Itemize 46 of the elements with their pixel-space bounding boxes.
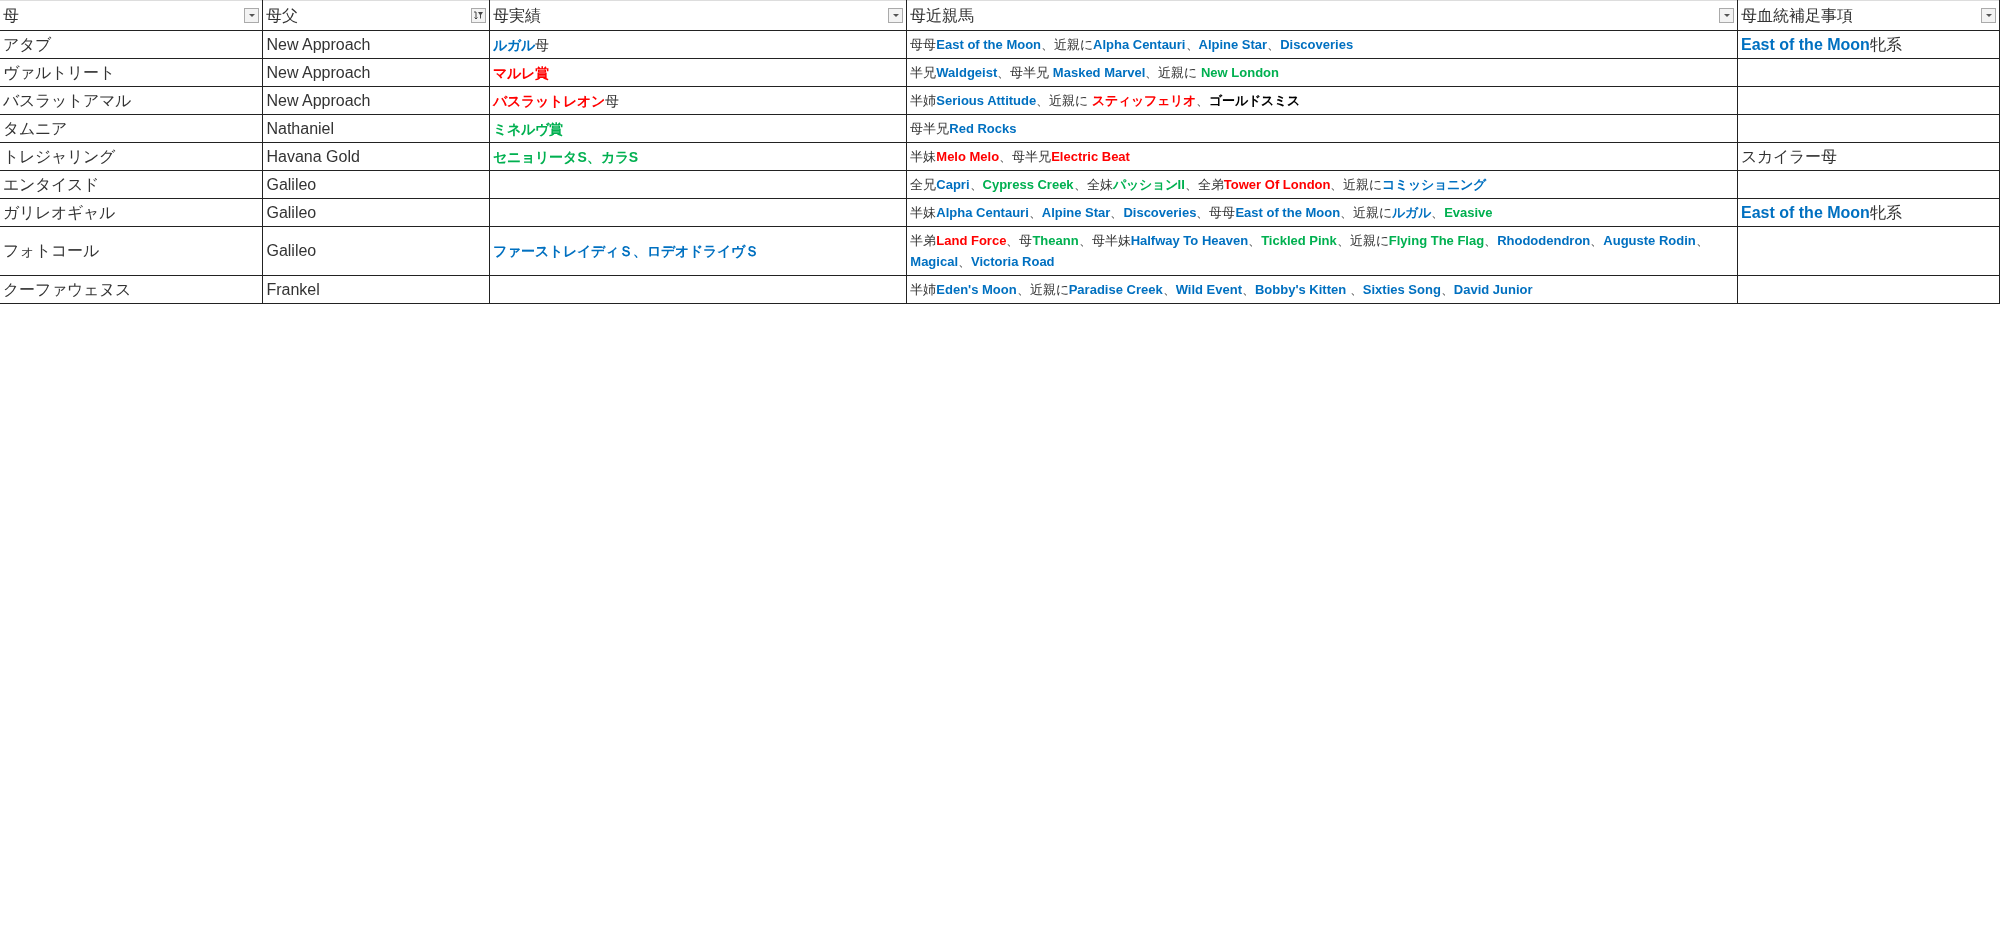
filter-applied-icon[interactable]	[471, 8, 487, 23]
table-cell: Nathaniel	[262, 114, 490, 143]
table-cell: New Approach	[262, 30, 490, 59]
table-cell: East of the Moon牝系	[1737, 30, 2000, 59]
table-cell: ファーストレイディＳ、ロデオドライヴＳ	[489, 226, 907, 276]
column-header[interactable]: 母血統補足事項	[1738, 1, 1999, 30]
table-cell: ルガル母	[489, 30, 907, 59]
table-cell: 半弟Land Force、母Theann、母半妹Halfway To Heaven、Tickled Pink、近親にFlying The Flag、Rhododendron、Auguste Rodin、 Magical、Victoria Road	[906, 226, 1738, 276]
table-cell: 半姉Serious Attitude、近親に スティッフェリオ、ゴールドスミス	[906, 86, 1738, 115]
table-cell: マルレ賞	[489, 58, 907, 87]
table-cell: 半妹Melo Melo、母半兄Electric Beat	[906, 142, 1738, 171]
table-cell: Frankel	[262, 275, 490, 304]
table-cell: New Approach	[262, 86, 490, 115]
table-cell: クーファウェヌス	[0, 275, 263, 304]
table-cell: 全兄Capri、Cypress Creek、全妹パッションII、全弟Tower Of London、近親にコミッショニング	[906, 170, 1738, 199]
dropdown-icon[interactable]	[1981, 8, 1996, 23]
dropdown-icon[interactable]	[244, 8, 260, 23]
table-cell: バスラットアマル	[0, 86, 263, 115]
table-cell: Havana Gold	[262, 142, 490, 171]
table-cell: 半妹Alpha Centauri、Alpine Star、Discoveries、母母East of the Moon、近親にルガル、Evasive	[906, 198, 1738, 227]
column-header[interactable]: 母	[0, 1, 263, 30]
table-cell: 母母East of the Moon、近親にAlpha Centauri、Alpine Star、Discoveries	[906, 30, 1738, 59]
table-cell: タムニア	[0, 114, 263, 143]
table-cell: ガリレオギャル	[0, 198, 263, 227]
table-cell: Galileo	[262, 198, 490, 227]
table-cell: フォトコール	[0, 226, 263, 276]
table-cell: セニョリータS、カラS	[489, 142, 907, 171]
table-cell: バスラットレオン母	[489, 86, 907, 115]
column-header[interactable]: 母実績	[490, 1, 907, 30]
dropdown-icon[interactable]	[1719, 8, 1734, 23]
column-header[interactable]: 母近親馬	[907, 1, 1737, 30]
table-cell: ミネルヴ賞	[489, 114, 907, 143]
table-cell: East of the Moon牝系	[1737, 198, 2000, 227]
dropdown-icon[interactable]	[888, 8, 904, 23]
table-cell: Galileo	[262, 226, 490, 276]
table-cell: アタブ	[0, 30, 263, 59]
column-header[interactable]: 母父	[263, 1, 490, 30]
table-cell: エンタイスド	[0, 170, 263, 199]
table-cell: 半兄Waldgeist、母半兄 Masked Marvel、近親に New London	[906, 58, 1738, 87]
table-cell: スカイラー母	[1737, 142, 2000, 171]
table-cell: 母半兄Red Rocks	[906, 114, 1738, 143]
table-cell: Galileo	[262, 170, 490, 199]
table-cell: New Approach	[262, 58, 490, 87]
table-cell: ヴァルトリート	[0, 58, 263, 87]
table-cell: 半姉Eden's Moon、近親にParadise Creek、Wild Event、Bobby's Kitten 、Sixties Song、David Junior	[906, 275, 1738, 304]
table-cell: トレジャリング	[0, 142, 263, 171]
